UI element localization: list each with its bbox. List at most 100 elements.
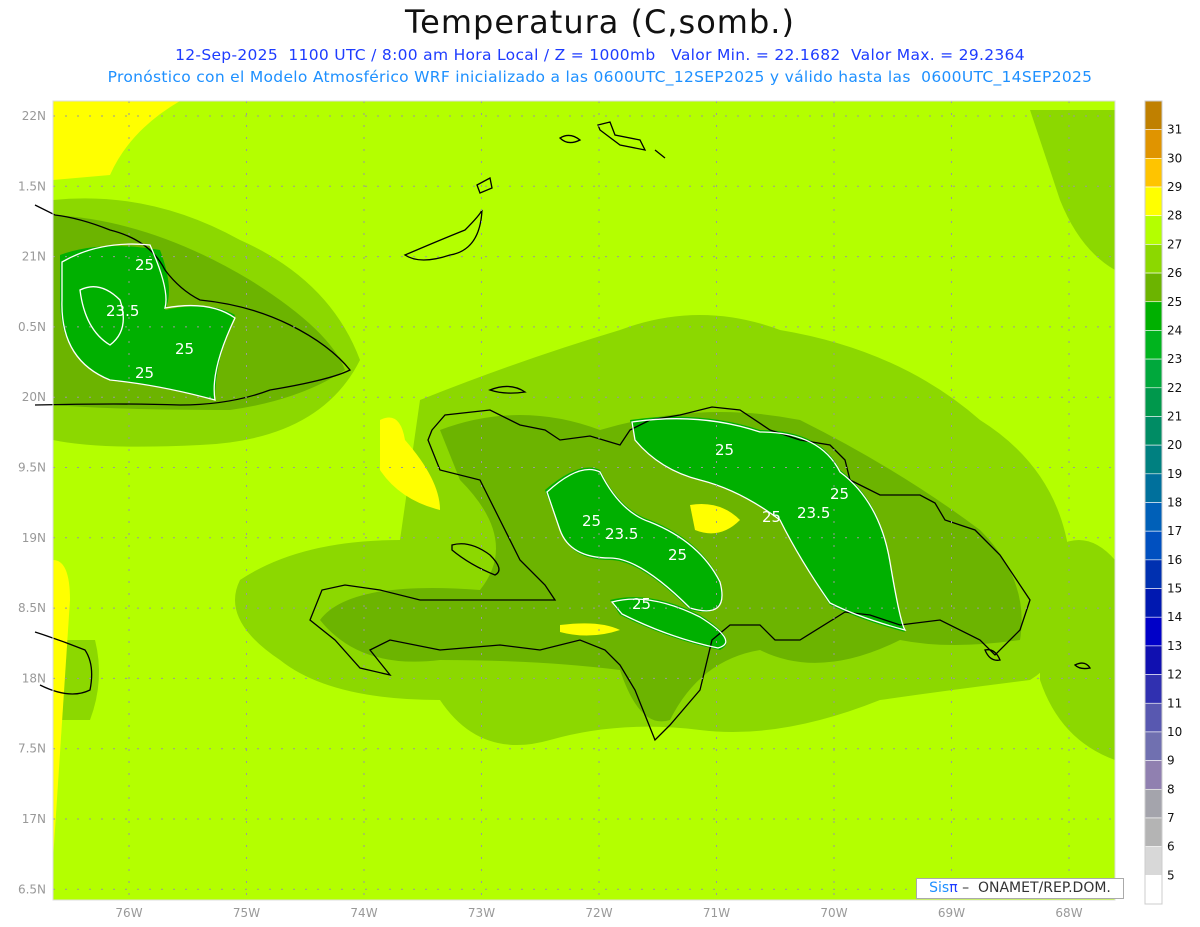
lat-tick-label: 18N xyxy=(22,671,46,685)
colorbar-label: 24 xyxy=(1167,323,1182,337)
colorbar-swatch xyxy=(1144,387,1163,417)
graticule xyxy=(53,101,1115,900)
colorbar-label: 6 xyxy=(1167,840,1175,854)
colorbar: 31 30 29 28 27 26 25 24 23 22 21 20 19 18 17 16 15 14 13 12… xyxy=(1144,100,1182,905)
colorbar-label: 11 xyxy=(1167,696,1182,710)
colorbar-label: 29 xyxy=(1167,180,1182,194)
shading-25-26 xyxy=(53,215,1022,722)
plot-frame xyxy=(52,100,1116,901)
colorbar-swatch xyxy=(1144,616,1163,647)
colorbar-label: 20 xyxy=(1167,438,1182,452)
colorbar-swatch xyxy=(1144,731,1163,761)
colorbar-label: 17 xyxy=(1167,524,1182,538)
colorbar-swatch xyxy=(1144,530,1163,561)
contours xyxy=(61,243,907,649)
colorbar-swatch xyxy=(1144,100,1163,130)
lon-tick-label: 70W xyxy=(820,906,847,920)
lon-tick-label: 73W xyxy=(468,906,495,920)
lon-tick-label: 69W xyxy=(938,906,965,920)
colorbar-swatch xyxy=(1144,358,1163,389)
lat-tick-label: 20N xyxy=(22,390,46,404)
contour-label: 25 xyxy=(582,512,601,530)
colorbar-swatch xyxy=(1144,330,1163,360)
colorbar-swatch xyxy=(1144,244,1163,274)
lat-tick-label: 17N xyxy=(22,812,46,826)
coastlines xyxy=(34,121,1092,742)
colorbar-swatch xyxy=(1144,702,1163,733)
map-subtitle-valid-time: 12-Sep-2025 1100 UTC / 8:00 am Hora Loca… xyxy=(175,46,1025,64)
shading-28-29 xyxy=(53,101,740,860)
colorbar-label: 28 xyxy=(1167,209,1182,223)
lon-tick-label: 72W xyxy=(585,906,612,920)
contour-label: 25 xyxy=(175,340,194,358)
colorbar-label: 9 xyxy=(1167,754,1175,768)
colorbar-swatch xyxy=(1144,559,1163,589)
contour-labels: 25252523.5252525 23.52523.52525 xyxy=(106,256,849,613)
contour-label: 25 xyxy=(135,256,154,274)
colorbar-swatch xyxy=(1144,158,1163,188)
colorbar-label: 30 xyxy=(1167,151,1182,165)
colorbar-swatch xyxy=(1144,817,1163,847)
colorbar-swatch xyxy=(1144,502,1163,532)
contour-label: 25 xyxy=(632,595,651,613)
credit-box: Sisπ – ONAMET/REP.DOM. xyxy=(916,878,1124,899)
lat-tick-label: 0.5N xyxy=(18,320,46,334)
lat-tick-label: 21N xyxy=(22,250,46,264)
colorbar-swatch xyxy=(1144,416,1163,446)
shading-24-25 xyxy=(60,246,905,650)
colorbar-label: 22 xyxy=(1167,381,1182,395)
colorbar-swatch xyxy=(1144,760,1163,790)
colorbar-frame xyxy=(1144,100,1163,905)
colorbar-swatch xyxy=(1144,645,1163,675)
lat-tick-label: 1.5N xyxy=(18,179,46,193)
map-title: Temperatura (C,somb.) xyxy=(405,3,795,41)
lon-tick-label: 71W xyxy=(703,906,730,920)
contour-label: 23.5 xyxy=(106,302,139,320)
colorbar-label: 13 xyxy=(1167,639,1182,653)
colorbar-label: 15 xyxy=(1167,582,1182,596)
contour-label: 23.5 xyxy=(605,525,638,543)
colorbar-swatch xyxy=(1144,272,1163,303)
lat-tick-label: 9.5N xyxy=(18,461,46,475)
colorbar-label: 8 xyxy=(1167,782,1175,796)
shading-26-27 xyxy=(53,110,1115,760)
colorbar-swatch xyxy=(1144,473,1163,503)
lat-tick-label: 22N xyxy=(22,109,46,123)
credit-text: – ONAMET/REP.DOM. xyxy=(957,880,1111,896)
colorbar-label: 31 xyxy=(1167,123,1182,137)
colorbar-swatch xyxy=(1144,215,1163,245)
lon-tick-label: 75W xyxy=(233,906,260,920)
colorbar-swatch xyxy=(1144,846,1163,876)
lon-tick-label: 74W xyxy=(350,906,377,920)
colorbar-label: 27 xyxy=(1167,237,1182,251)
temperature-map: 25252523.5252525 23.52523.52525 22N1.5N21… xyxy=(18,100,1182,920)
lon-tick-label: 68W xyxy=(1055,906,1082,920)
colorbar-swatch xyxy=(1144,444,1163,475)
colorbar-swatch xyxy=(1144,674,1163,704)
colorbar-swatch xyxy=(1144,186,1163,217)
colorbar-label: 12 xyxy=(1167,668,1182,682)
credit-pi-symbol: π xyxy=(949,880,958,896)
colorbar-swatch xyxy=(1144,875,1163,905)
credit-brand: Sis xyxy=(929,880,950,896)
colorbar-label: 23 xyxy=(1167,352,1182,366)
colorbar-label: 5 xyxy=(1167,868,1175,882)
map-subtitle-model-info: Pronóstico con el Modelo Atmosférico WRF… xyxy=(107,68,1093,86)
colorbar-label: 18 xyxy=(1167,496,1182,510)
colorbar-swatch xyxy=(1144,788,1163,819)
colorbar-label: 26 xyxy=(1167,266,1182,280)
colorbar-swatch xyxy=(1144,129,1163,159)
axis-labels: 22N 1.5N 21N 0.5N 20N 9.5N 19N 8.5N 18N 7.5N 17N 6.… xyxy=(18,109,1083,920)
colorbar-label: 19 xyxy=(1167,467,1182,481)
contour-label: 23.5 xyxy=(797,504,830,522)
contour-label: 25 xyxy=(830,485,849,503)
colorbar-label: 25 xyxy=(1167,295,1182,309)
colorbar-label: 7 xyxy=(1167,811,1175,825)
lat-tick-label: 6.5N xyxy=(18,882,46,896)
colorbar-label: 16 xyxy=(1167,553,1182,567)
lon-tick-label: 76W xyxy=(115,906,142,920)
colorbar-label: 10 xyxy=(1167,725,1182,739)
colorbar-label: 14 xyxy=(1167,610,1182,624)
colorbar-label: 21 xyxy=(1167,409,1182,423)
contour-label: 25 xyxy=(668,546,687,564)
